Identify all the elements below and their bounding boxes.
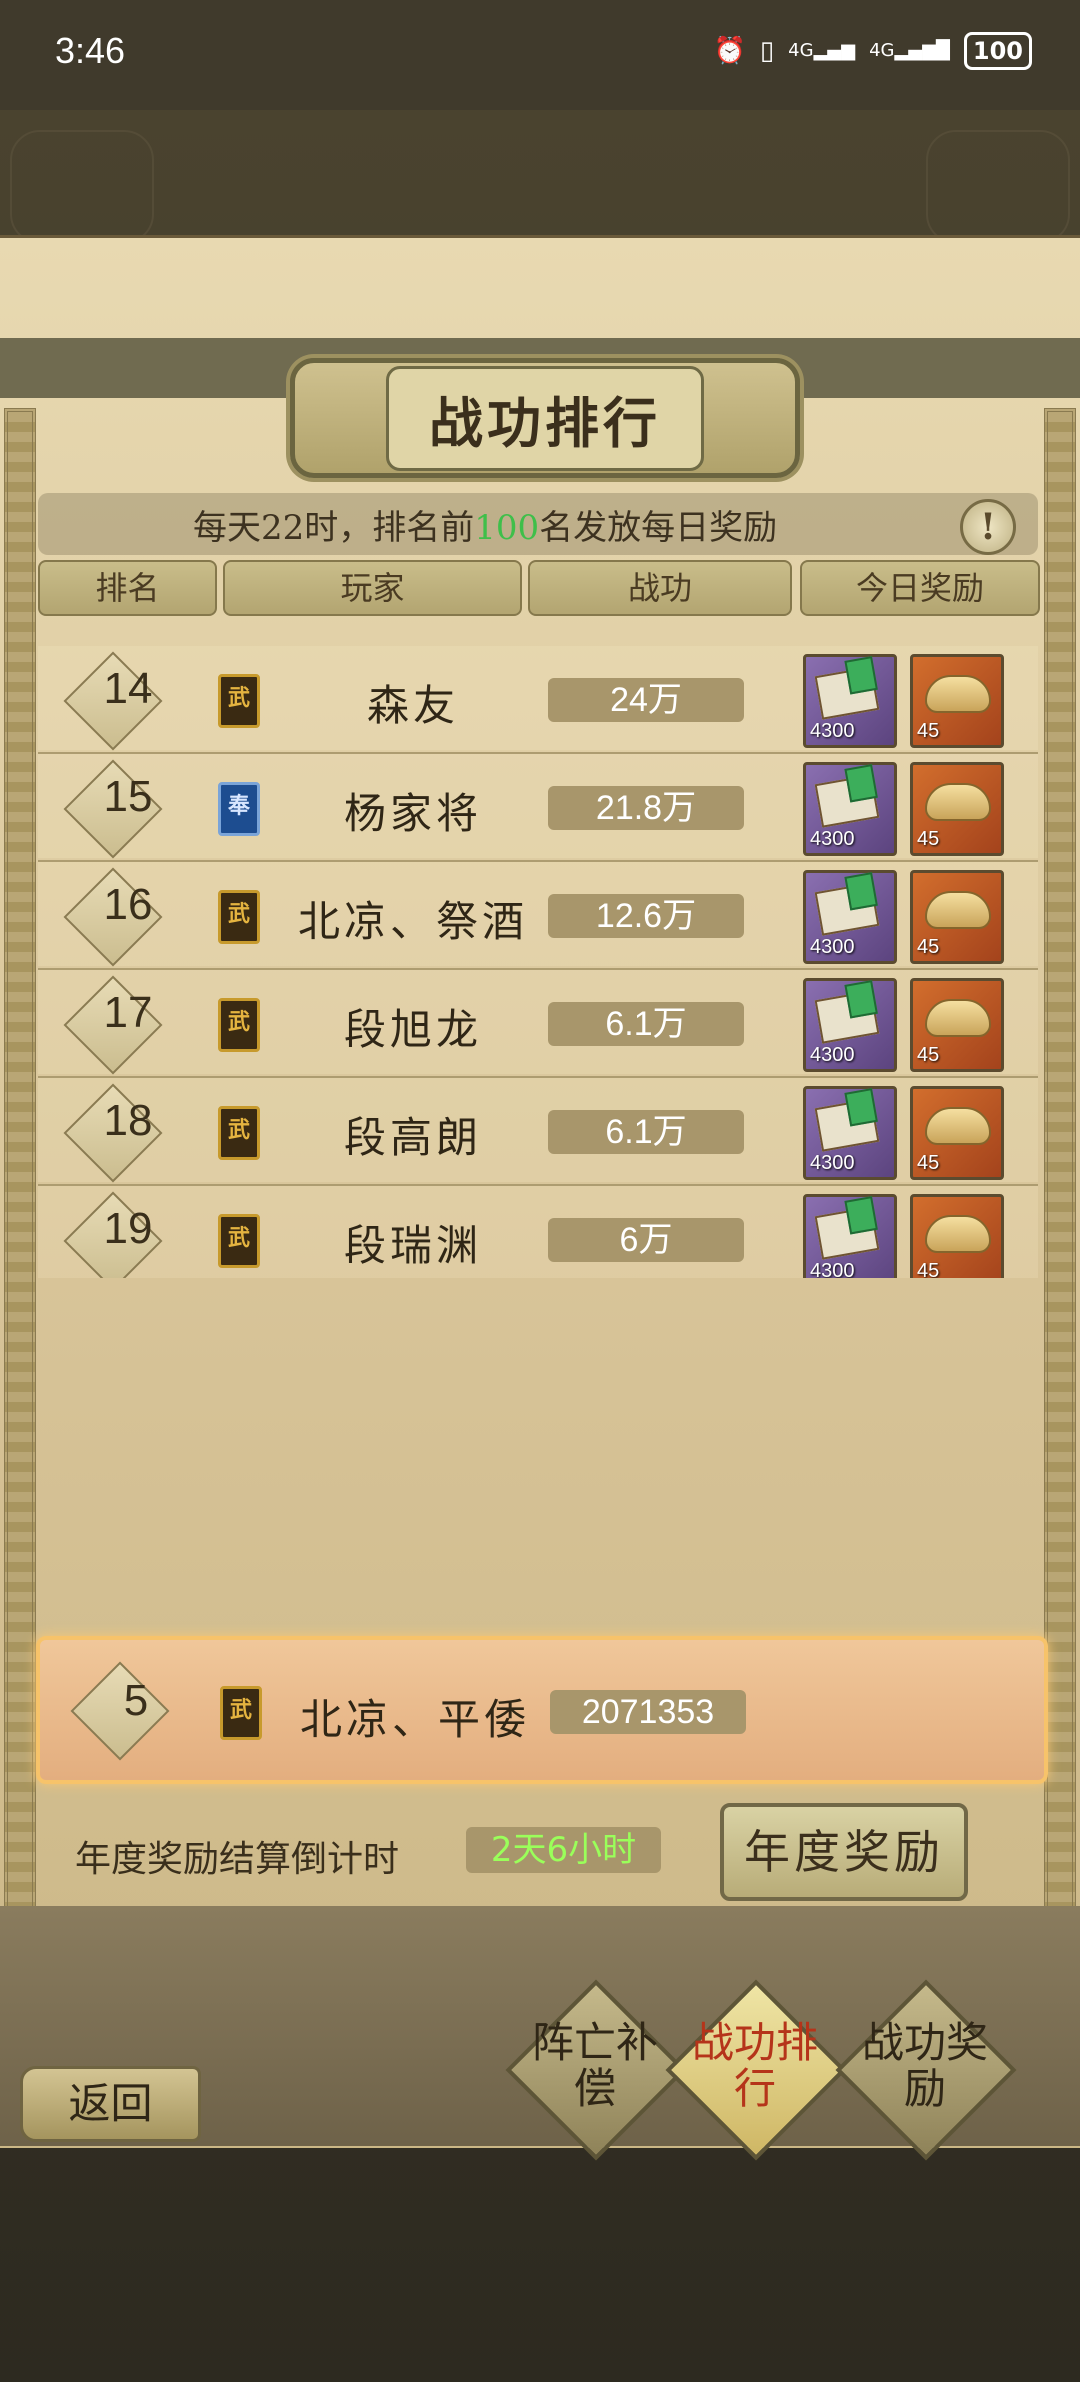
rank-badge-icon: 奉 — [218, 782, 260, 836]
rank-number: 14 — [103, 664, 153, 713]
page-title: 战功排行 — [386, 365, 704, 471]
header-rank: 排名 — [38, 560, 217, 616]
ingot-reward-icon[interactable]: 45 — [910, 1086, 1004, 1180]
rank-number: 17 — [103, 988, 153, 1037]
book-reward-icon[interactable]: 4300 — [803, 1086, 897, 1180]
ranking-list[interactable]: 14 武森友 24万 4300 45 15 奉杨家将 21.8万 4300 45 16 武北凉、祭酒 1… — [38, 622, 1038, 1278]
tab-merit-ranking[interactable]: 战功排行 — [665, 1979, 847, 2161]
merit-value: 21.8万 — [548, 786, 744, 830]
table-header: 排名 玩家 战功 今日奖励 — [38, 560, 1040, 616]
book-reward-icon[interactable]: 4300 — [803, 870, 897, 964]
book-reward-count: 4300 — [810, 1260, 855, 1278]
rank-number: 16 — [103, 880, 153, 929]
player-name: 段旭龙 — [343, 1005, 482, 1054]
rank-number: 15 — [103, 772, 153, 821]
rank-badge-icon: 武 — [218, 674, 260, 728]
bottom-nav: 返回 阵亡补偿 战功排行 战功奖励 — [0, 1906, 1080, 2161]
ingot-reward-count: 45 — [917, 1152, 940, 1174]
status-time: 3:46 — [55, 30, 126, 71]
ingot-reward-count: 45 — [917, 1260, 940, 1278]
left-border — [4, 408, 36, 2066]
signal-4g-icon-2: 4G▂▄▆█ — [869, 40, 950, 61]
player-name: 段瑞渊 — [343, 1221, 482, 1270]
book-reward-icon[interactable]: 4300 — [803, 978, 897, 1072]
daily-reward-notice: 每天22时，排名前100名发放每日奖励 ! — [38, 493, 1038, 555]
book-reward-count: 4300 — [810, 1044, 855, 1066]
corner-ornament — [10, 130, 154, 244]
merit-value: 6.1万 — [548, 1110, 744, 1154]
table-row[interactable]: 19 武 段瑞渊 6万 4300 45 — [38, 1186, 1038, 1278]
book-reward-count: 4300 — [810, 828, 855, 850]
countdown-label: 年度奖励结算倒计时 — [75, 1839, 400, 1880]
ingot-reward-icon[interactable]: 45 — [910, 762, 1004, 856]
signal-4g-icon: 4G▂▄▆ — [788, 40, 856, 61]
ingot-reward-count: 45 — [917, 828, 940, 850]
book-reward-icon[interactable]: 4300 — [803, 762, 897, 856]
player-name: 森友 — [366, 681, 459, 730]
table-row[interactable]: 17 武 段旭龙 6.1万 4300 45 — [38, 970, 1038, 1078]
ingot-reward-count: 45 — [917, 1044, 940, 1066]
tab-merit-reward[interactable]: 战功奖励 — [835, 1979, 1017, 2161]
ingot-reward-count: 45 — [917, 720, 940, 742]
table-row[interactable]: 14 武 森友 24万 4300 45 — [38, 646, 1038, 754]
countdown-value: 2天6小时 — [466, 1827, 661, 1873]
header-player: 玩家 — [223, 560, 522, 616]
book-reward-icon[interactable]: 4300 — [803, 654, 897, 748]
info-icon[interactable]: ! — [960, 499, 1016, 555]
table-row[interactable]: 18 武 段高朗 6.1万 4300 45 — [38, 1078, 1038, 1186]
book-reward-icon[interactable]: 4300 — [803, 1194, 897, 1278]
rank-number: 19 — [103, 1204, 153, 1253]
ingot-reward-icon[interactable]: 45 — [910, 978, 1004, 1072]
my-merit: 2071353 — [550, 1690, 746, 1734]
annual-reward-button[interactable]: 年度奖励 — [720, 1803, 968, 1901]
rank-badge-icon: 武 — [218, 1214, 260, 1268]
status-bar: 3:46 ⏰ ▯ 4G▂▄▆ 4G▂▄▆█ 100 — [0, 0, 1080, 110]
title-plaque: 战功排行 — [290, 358, 800, 478]
rank-badge-icon: 武 — [218, 1106, 260, 1160]
ingot-reward-icon[interactable]: 45 — [910, 1194, 1004, 1278]
rank-badge-icon: 武 — [218, 890, 260, 944]
ingot-reward-icon[interactable]: 45 — [910, 654, 1004, 748]
player-name: 北凉、祭酒 — [297, 897, 528, 946]
book-reward-count: 4300 — [810, 936, 855, 958]
vibrate-icon: ▯ — [759, 36, 775, 66]
my-player-name: 北凉、平倭 — [299, 1695, 530, 1744]
right-border — [1044, 408, 1076, 2066]
book-reward-count: 4300 — [810, 1152, 855, 1174]
tab-compensation[interactable]: 阵亡补偿 — [505, 1979, 687, 2161]
book-reward-count: 4300 — [810, 720, 855, 742]
my-rank: 5 — [123, 1676, 149, 1725]
player-name: 杨家将 — [343, 789, 482, 838]
my-ranking-row: 5 武 北凉、平倭 2071353 — [36, 1636, 1048, 1784]
battery-icon: 100 — [963, 32, 1032, 70]
header-merit: 战功 — [528, 560, 792, 616]
merit-value: 12.6万 — [548, 894, 744, 938]
ingot-reward-icon[interactable]: 45 — [910, 870, 1004, 964]
alarm-icon: ⏰ — [713, 36, 746, 66]
table-row[interactable]: 15 奉 杨家将 21.8万 4300 45 — [38, 754, 1038, 862]
rank-badge-icon: 武 — [220, 1686, 262, 1740]
merit-value: 6.1万 — [548, 1002, 744, 1046]
header-reward: 今日奖励 — [800, 560, 1040, 616]
corner-ornament — [926, 130, 1070, 244]
merit-value: 24万 — [548, 678, 744, 722]
table-row[interactable]: 16 武北凉、祭酒 12.6万 4300 45 — [38, 862, 1038, 970]
ranking-panel: 战功排行 每天22时，排名前100名发放每日奖励 ! 排名 玩家 战功 今日奖励… — [0, 235, 1080, 2161]
merit-value: 6万 — [548, 1218, 744, 1262]
status-icons: ⏰ ▯ 4G▂▄▆ 4G▂▄▆█ 100 — [713, 32, 1032, 70]
rank-badge-icon: 武 — [218, 998, 260, 1052]
back-button[interactable]: 返回 — [20, 2066, 201, 2142]
player-name: 段高朗 — [343, 1113, 482, 1162]
rank-number: 18 — [103, 1096, 153, 1145]
ingot-reward-count: 45 — [917, 936, 940, 958]
